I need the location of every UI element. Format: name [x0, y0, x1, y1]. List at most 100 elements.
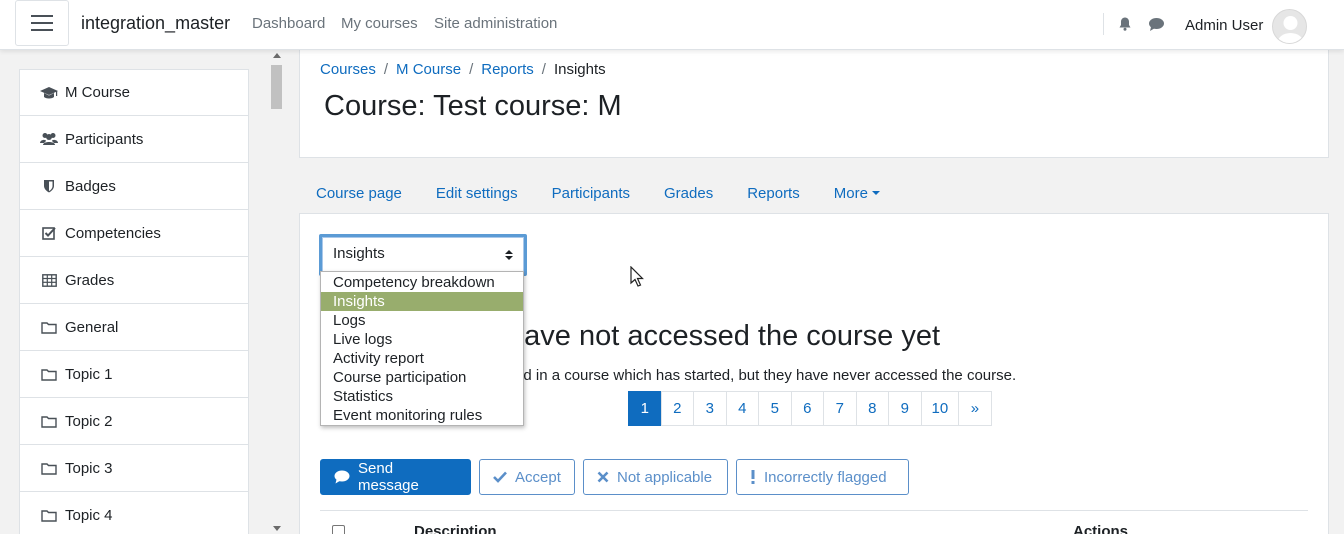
option-statistics[interactable]: Statistics — [321, 387, 523, 406]
drawer-item-label: Topic 3 — [65, 459, 113, 477]
option-activity-report[interactable]: Activity report — [321, 349, 523, 368]
drawer-item-competencies[interactable]: Competencies — [19, 210, 249, 257]
nav-link-dashboard[interactable]: Dashboard — [252, 15, 325, 32]
drawer-item-m-course[interactable]: M Course — [19, 69, 249, 116]
report-select[interactable]: Insights — [319, 234, 527, 276]
mouse-cursor-icon — [630, 266, 644, 287]
page-link-1[interactable]: 1 — [628, 391, 662, 426]
drawer-item-topic-3[interactable]: Topic 3 — [19, 445, 249, 492]
select-arrows-icon — [505, 250, 513, 260]
users-icon — [40, 131, 58, 147]
course-drawer: M Course Participants Badges Competencie… — [0, 50, 284, 534]
check-square-icon — [40, 225, 58, 241]
drawer-item-label: Grades — [65, 271, 115, 289]
page-link-10[interactable]: 10 — [920, 391, 960, 426]
user-name[interactable]: Admin User — [1185, 17, 1263, 34]
navbar-divider — [1103, 13, 1104, 35]
pagination: 1 2 3 4 5 6 7 8 9 10 » — [628, 391, 992, 426]
send-message-button[interactable]: Send message — [320, 459, 471, 495]
folder-icon — [40, 460, 58, 476]
drawer-nav-list: M Course Participants Badges Competencie… — [19, 69, 249, 534]
chat-icon — [334, 470, 350, 484]
drawer-scrollbar[interactable] — [271, 53, 282, 531]
page-link-next[interactable]: » — [958, 391, 992, 426]
caret-down-icon — [871, 191, 880, 195]
folder-icon — [40, 413, 58, 429]
drawer-item-general[interactable]: General — [19, 304, 249, 351]
page-link-9[interactable]: 9 — [888, 391, 922, 426]
option-live-logs[interactable]: Live logs — [321, 330, 523, 349]
page-link-5[interactable]: 5 — [758, 391, 792, 426]
folder-icon — [40, 507, 58, 523]
not-applicable-button[interactable]: Not applicable — [583, 459, 728, 495]
avatar[interactable] — [1272, 9, 1307, 44]
breadcrumb-current: Insights — [553, 61, 606, 78]
check-icon — [493, 471, 507, 483]
page-link-2[interactable]: 2 — [660, 391, 694, 426]
select-all-checkbox[interactable] — [332, 525, 345, 534]
option-logs[interactable]: Logs — [321, 311, 523, 330]
chat-icon[interactable] — [1148, 17, 1165, 32]
send-message-label: Send message — [358, 460, 419, 494]
drawer-item-label: Topic 2 — [65, 412, 113, 430]
page-link-4[interactable]: 4 — [725, 391, 759, 426]
breadcrumb-courses[interactable]: Courses — [320, 61, 376, 78]
folder-icon — [40, 319, 58, 335]
insight-title: have not accessed the course yet — [508, 320, 941, 352]
column-header-actions: Actions — [1073, 523, 1129, 534]
drawer-item-label: Badges — [65, 177, 116, 195]
incorrectly-flagged-label: Incorrectly flagged — [764, 468, 887, 486]
tab-edit-settings[interactable]: Edit settings — [419, 175, 535, 213]
drawer-item-label: Topic 1 — [65, 365, 113, 383]
nav-link-my-courses[interactable]: My courses — [341, 15, 418, 32]
option-event-monitoring-rules[interactable]: Event monitoring rules — [321, 406, 523, 425]
option-course-participation[interactable]: Course participation — [321, 368, 523, 387]
drawer-item-topic-2[interactable]: Topic 2 — [19, 398, 249, 445]
breadcrumb-reports[interactable]: Reports — [481, 61, 534, 78]
page-title: Course: Test course: M — [324, 90, 622, 122]
tab-reports[interactable]: Reports — [730, 175, 817, 213]
drawer-item-label: General — [65, 318, 119, 336]
site-name[interactable]: integration_master — [81, 13, 230, 34]
drawer-item-grades[interactable]: Grades — [19, 257, 249, 304]
drawer-item-label: M Course — [65, 84, 131, 101]
drawer-item-badges[interactable]: Badges — [19, 163, 249, 210]
table-icon — [40, 272, 58, 288]
tab-course-page[interactable]: Course page — [299, 175, 419, 213]
page-link-6[interactable]: 6 — [790, 391, 824, 426]
secondary-navigation: Course page Edit settings Participants G… — [299, 175, 897, 213]
drawer-item-topic-1[interactable]: Topic 1 — [19, 351, 249, 398]
column-header-description: Description — [414, 523, 497, 534]
accept-label: Accept — [515, 468, 561, 486]
shield-icon — [40, 178, 58, 194]
drawer-item-label: Participants — [65, 130, 144, 148]
accept-button[interactable]: Accept — [479, 459, 575, 495]
bell-icon[interactable] — [1117, 16, 1133, 32]
report-select-dropdown: Competency breakdown Insights Logs Live … — [320, 271, 524, 426]
tab-grades[interactable]: Grades — [647, 175, 730, 213]
option-insights[interactable]: Insights — [321, 292, 523, 311]
option-competency-breakdown[interactable]: Competency breakdown — [321, 273, 523, 292]
page-link-8[interactable]: 8 — [855, 391, 889, 426]
tab-more[interactable]: More — [817, 175, 897, 213]
drawer-toggle-button[interactable] — [15, 0, 69, 46]
page-header: Courses / M Course / Reports / Insights … — [299, 50, 1329, 158]
graduation-cap-icon — [40, 85, 58, 101]
table-divider — [320, 510, 1308, 511]
incorrectly-flagged-button[interactable]: Incorrectly flagged — [736, 459, 909, 495]
exclamation-icon — [750, 470, 756, 484]
folder-icon — [40, 366, 58, 382]
drawer-item-participants[interactable]: Participants — [19, 116, 249, 163]
page-link-3[interactable]: 3 — [693, 391, 727, 426]
tab-more-label: More — [833, 185, 868, 202]
page-link-7[interactable]: 7 — [823, 391, 857, 426]
tab-participants[interactable]: Participants — [535, 175, 647, 213]
insight-description: olled in a course which has started, but… — [500, 367, 1017, 384]
breadcrumb: Courses / M Course / Reports / Insights — [320, 61, 606, 78]
report-select-value: Insights — [333, 245, 385, 262]
top-navbar: integration_master Dashboard My courses … — [0, 0, 1344, 50]
breadcrumb-m-course[interactable]: M Course — [396, 61, 461, 78]
not-applicable-label: Not applicable — [617, 468, 713, 486]
drawer-item-topic-4[interactable]: Topic 4 — [19, 492, 249, 534]
nav-link-site-administration[interactable]: Site administration — [434, 15, 557, 32]
